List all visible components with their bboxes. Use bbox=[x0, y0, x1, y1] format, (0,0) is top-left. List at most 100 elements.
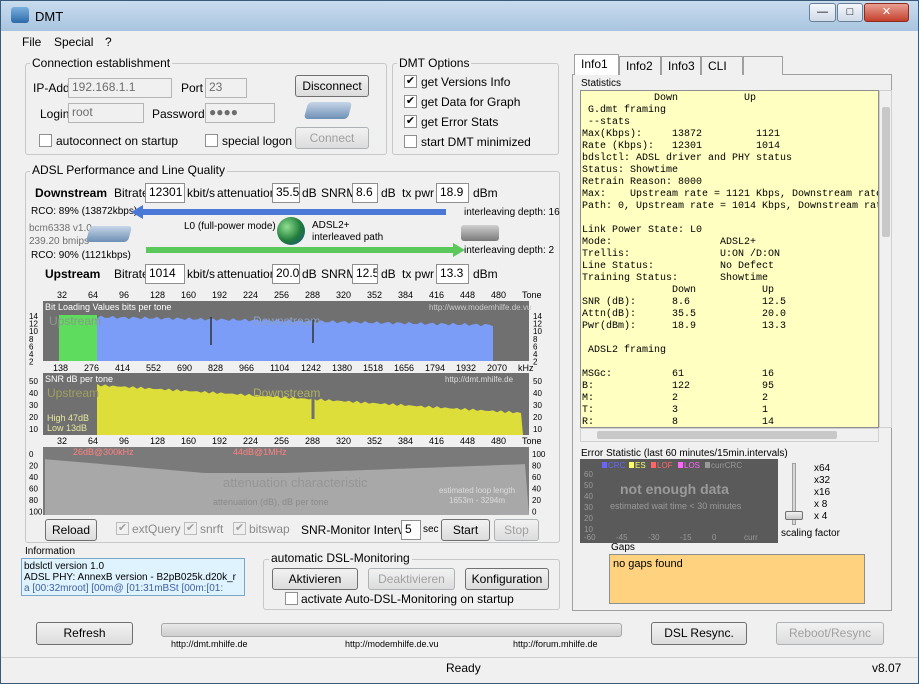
bits-ytick-right: 2 bbox=[533, 358, 538, 367]
login-field[interactable]: root bbox=[68, 103, 144, 123]
dsl-resync-button[interactable]: DSL Resync. bbox=[651, 622, 747, 645]
ip-field[interactable]: 192.168.1.1 bbox=[68, 78, 172, 98]
rco-up: RCO: 90% (1121kbps) bbox=[31, 250, 131, 261]
auto-startup-checkbox[interactable] bbox=[285, 592, 298, 605]
att-ytick: 60 bbox=[29, 485, 38, 494]
khz-tick: 414 bbox=[115, 363, 130, 373]
khz-tick: kHz bbox=[518, 363, 534, 373]
minimize-button[interactable]: — bbox=[809, 3, 836, 22]
ds-bitrate-label: Bitrate bbox=[114, 186, 149, 200]
tab-cli[interactable]: CLI bbox=[701, 56, 743, 75]
downstream-arrow bbox=[138, 209, 446, 215]
snr-down-label: Downstream bbox=[253, 386, 320, 400]
tab-empty[interactable] bbox=[743, 56, 783, 75]
start-minimized-checkbox[interactable] bbox=[404, 135, 417, 148]
tone-tick: 64 bbox=[88, 290, 98, 300]
upstream-label: Upstream bbox=[45, 267, 101, 281]
ds-att-field[interactable]: 35.5 bbox=[272, 183, 300, 203]
gaps-box[interactable]: no gaps found bbox=[609, 554, 865, 604]
url-dmt[interactable]: http://dmt.mhilfe.de bbox=[171, 639, 248, 649]
errstat-ytick: 40 bbox=[584, 492, 593, 501]
activate-button[interactable]: Aktivieren bbox=[272, 568, 358, 590]
connect-button[interactable]: Connect bbox=[295, 127, 369, 149]
downstream-arrow-head bbox=[131, 205, 143, 219]
statistics-text[interactable]: Down Up G.dmt framing --stats Max(Kbps):… bbox=[580, 90, 879, 428]
error-stats-checkbox[interactable]: ✔ bbox=[404, 115, 417, 128]
tab-info3[interactable]: Info3 bbox=[661, 56, 701, 75]
scale-x4: x 4 bbox=[814, 511, 828, 522]
app-icon bbox=[11, 7, 29, 23]
autoconnect-label: autoconnect on startup bbox=[56, 134, 179, 148]
tab-info2[interactable]: Info2 bbox=[619, 56, 661, 75]
password-field[interactable]: ●●●● bbox=[205, 103, 275, 123]
khz-tick: 276 bbox=[84, 363, 99, 373]
snr-ytick-right: 30 bbox=[533, 401, 542, 410]
login-label: Login bbox=[40, 107, 70, 121]
special-logon-checkbox[interactable] bbox=[205, 134, 218, 147]
graph-data-checkbox[interactable]: ✔ bbox=[404, 95, 417, 108]
url-modemhilfe[interactable]: http://modemhilfe.de.vu bbox=[345, 639, 439, 649]
tone-tick-2: 448 bbox=[460, 436, 475, 446]
ds-txpwr-field[interactable]: 18.9 bbox=[436, 183, 469, 203]
information-box[interactable]: bdslctl version 1.0 ADSL PHY: AnnexB ver… bbox=[21, 558, 245, 596]
us-txpwr-field[interactable]: 13.3 bbox=[436, 264, 469, 284]
errstat-ytick: 60 bbox=[584, 470, 593, 479]
tab-info1[interactable]: Info1 bbox=[574, 54, 619, 75]
bitswap-checkbox[interactable]: ✔ bbox=[233, 522, 246, 535]
khz-tick: 138 bbox=[53, 363, 68, 373]
deactivate-button[interactable]: Deaktivieren bbox=[368, 568, 455, 590]
disconnect-button[interactable]: Disconnect bbox=[295, 75, 369, 97]
snr-stop-button[interactable]: Stop bbox=[494, 519, 539, 541]
tone-tick: 192 bbox=[212, 290, 227, 300]
us-bitrate-field[interactable]: 1014 bbox=[145, 264, 185, 284]
statistics-hscrollbar[interactable] bbox=[580, 428, 879, 442]
modem-icon bbox=[303, 102, 353, 119]
ds-snrm-field[interactable]: 8.6 bbox=[352, 183, 378, 203]
us-bitrate-unit: kbit/s bbox=[187, 267, 216, 281]
tone-tick-2: 64 bbox=[88, 436, 98, 446]
att-ytick-right: 100 bbox=[532, 450, 545, 459]
att-ytick: 100 bbox=[29, 508, 43, 517]
configuration-button[interactable]: Konfiguration bbox=[465, 568, 549, 590]
khz-tick: 2070 bbox=[487, 363, 507, 373]
snrft-checkbox[interactable]: ✔ bbox=[184, 522, 197, 535]
versions-info-checkbox[interactable]: ✔ bbox=[404, 75, 417, 88]
khz-tick: 1656 bbox=[394, 363, 414, 373]
dmt-options-title: DMT Options bbox=[397, 56, 472, 70]
menu-help[interactable]: ? bbox=[105, 35, 112, 49]
reload-button[interactable]: Reload bbox=[45, 519, 97, 541]
adsl-group-title: ADSL Performance and Line Quality bbox=[30, 163, 227, 177]
error-stats-label: get Error Stats bbox=[421, 115, 499, 129]
menu-special[interactable]: Special bbox=[54, 35, 93, 49]
us-snrm-field[interactable]: 12.5 bbox=[352, 264, 378, 284]
close-button[interactable]: ✕ bbox=[864, 3, 909, 22]
menu-file[interactable]: File bbox=[22, 35, 41, 49]
snr-interval-field[interactable]: 5 bbox=[401, 520, 421, 540]
att-ytick-right: 60 bbox=[532, 473, 541, 482]
reboot-resync-button[interactable]: Reboot/Resync bbox=[776, 622, 884, 645]
snr-ytick: 30 bbox=[29, 401, 38, 410]
tone-tick: 288 bbox=[305, 290, 320, 300]
khz-tick: 1518 bbox=[363, 363, 383, 373]
khz-tick: 1794 bbox=[425, 363, 445, 373]
auto-startup-label: activate Auto-DSL-Monitoring on startup bbox=[301, 592, 514, 606]
refresh-button[interactable]: Refresh bbox=[36, 622, 133, 645]
scaling-slider-thumb[interactable] bbox=[785, 511, 803, 520]
maximize-button[interactable]: □ bbox=[837, 3, 863, 22]
connection-group-title: Connection establishment bbox=[30, 56, 173, 70]
ds-bitrate-field[interactable]: 12301 bbox=[145, 183, 185, 203]
errstat-legend-label: LOF bbox=[657, 461, 673, 470]
errstat-xtick: curr bbox=[744, 533, 758, 542]
extquery-checkbox[interactable]: ✔ bbox=[116, 522, 129, 535]
tone-graphs: 32 64 96 128 160 192 224 256 288 320 352 384 416 448 4… bbox=[29, 290, 545, 517]
port-field[interactable]: 23 bbox=[205, 78, 247, 98]
statistics-vscrollbar[interactable] bbox=[879, 90, 892, 428]
bits-title: Bit Loading Values bits per tone bbox=[45, 302, 171, 312]
us-att-field[interactable]: 20.0 bbox=[272, 264, 300, 284]
snr-low: Low 13dB bbox=[47, 423, 87, 433]
snr-start-button[interactable]: Start bbox=[441, 519, 490, 541]
snr-ytick-right: 10 bbox=[533, 425, 542, 434]
autoconnect-checkbox[interactable] bbox=[39, 134, 52, 147]
url-forum[interactable]: http://forum.mhilfe.de bbox=[513, 639, 598, 649]
tone-tick-2: 96 bbox=[119, 436, 129, 446]
